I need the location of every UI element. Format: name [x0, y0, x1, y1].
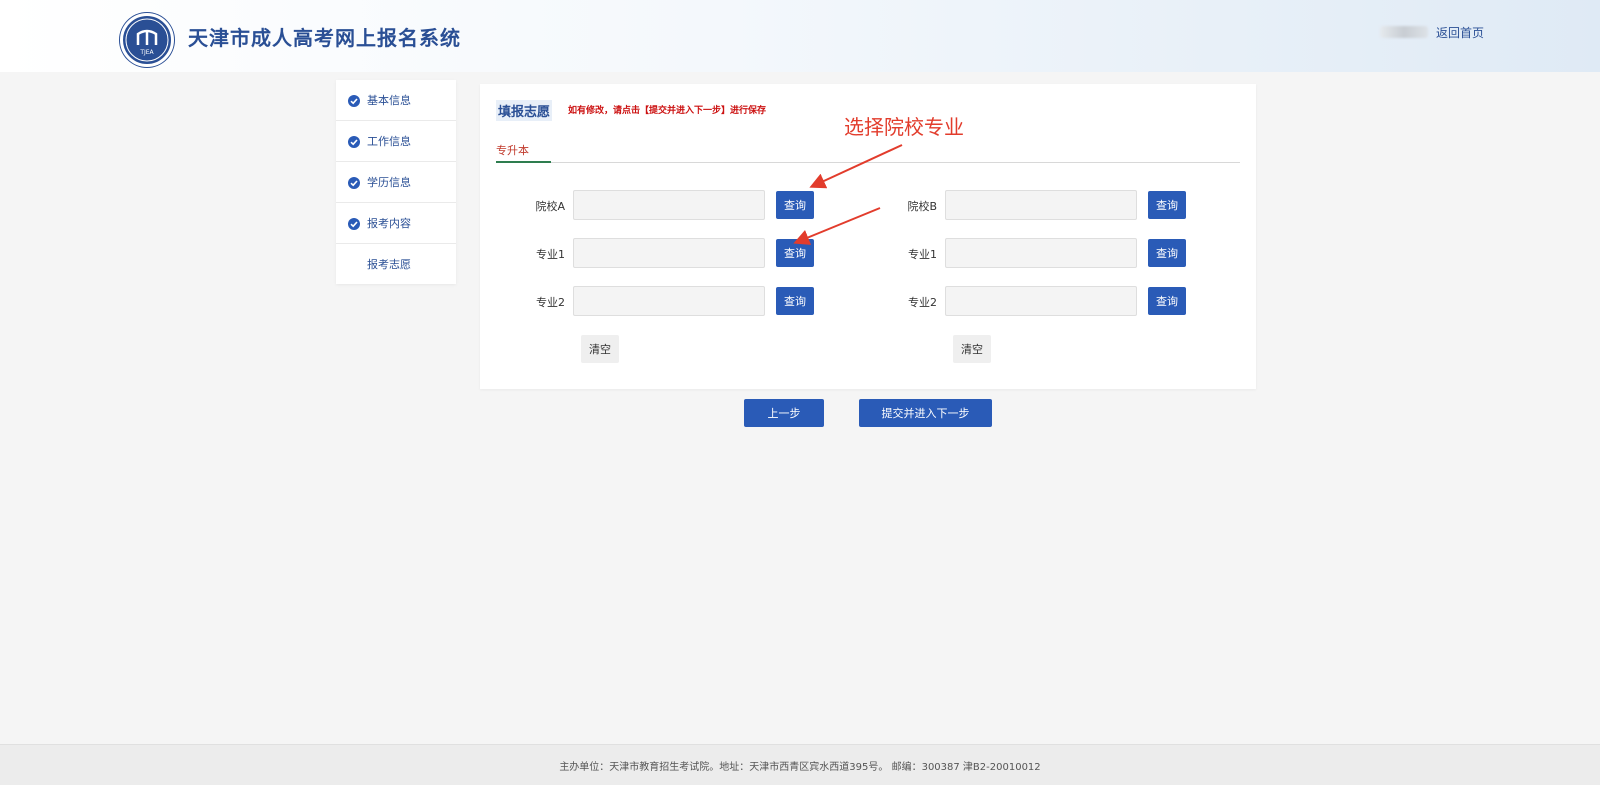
sidebar-item-education-info[interactable]: 学历信息: [336, 162, 456, 203]
sidebar-item-label: 报考内容: [367, 217, 411, 230]
home-link[interactable]: 返回首页: [1436, 24, 1484, 41]
sidebar-item-work-info[interactable]: 工作信息: [336, 121, 456, 162]
annotation-label: 选择院校专业: [844, 115, 964, 139]
active-tab-indicator: [496, 161, 551, 163]
site-title: 天津市成人高考网上报名系统: [188, 26, 461, 50]
check-circle-icon: [348, 177, 360, 189]
school-a-major-2-query-button[interactable]: 查询: [776, 287, 814, 315]
school-b-major-2-input[interactable]: [945, 286, 1137, 316]
school-b-query-button[interactable]: 查询: [1148, 191, 1186, 219]
school-b-input[interactable]: [945, 190, 1137, 220]
sidebar-item-label: 基本信息: [367, 94, 411, 107]
save-notice: 如有修改，请点击【提交并进入下一步】进行保存: [568, 106, 767, 116]
footer-text: 主办单位：天津市教育招生考试院。地址：天津市西青区宾水西道395号。 邮编：30…: [559, 762, 1041, 773]
tab-divider: [496, 162, 1240, 163]
sidebar-item-application-wishes[interactable]: 报考志愿: [336, 244, 456, 285]
footer: 主办单位：天津市教育招生考试院。地址：天津市西青区宾水西道395号。 邮编：30…: [0, 744, 1600, 785]
school-a-query-button[interactable]: 查询: [776, 191, 814, 219]
sidebar-item-basic-info[interactable]: 基本信息: [336, 80, 456, 121]
submit-next-step-button[interactable]: 提交并进入下一步: [859, 399, 992, 427]
sidebar-item-exam-content[interactable]: 报考内容: [336, 203, 456, 244]
school-b-major-1-input[interactable]: [945, 238, 1137, 268]
school-b-major-2-query-button[interactable]: 查询: [1148, 287, 1186, 315]
sidebar-item-label: 工作信息: [367, 135, 411, 148]
previous-step-button[interactable]: 上一步: [744, 399, 824, 427]
school-a-major-2-input[interactable]: [573, 286, 765, 316]
school-b-major-1-query-button[interactable]: 查询: [1148, 239, 1186, 267]
school-a-major-1-query-button[interactable]: 查询: [776, 239, 814, 267]
sidebar-item-label: 学历信息: [367, 176, 411, 189]
school-b-label: 院校B: [907, 200, 937, 213]
sidebar-item-label: 报考志愿: [367, 258, 411, 271]
header: TJEA 天津市成人高考网上报名系统 返回首页: [0, 0, 1600, 72]
major-1-label: 专业1: [536, 248, 565, 261]
major-2-label: 专业2: [908, 296, 937, 309]
school-b-clear-button[interactable]: 清空: [953, 335, 991, 363]
user-name-blurred: [1380, 26, 1428, 38]
tab-upgrade-to-bachelor[interactable]: 专升本: [496, 142, 529, 158]
tjea-logo-icon: TJEA: [120, 13, 174, 67]
major-2-label: 专业2: [536, 296, 565, 309]
sidebar: 基本信息 工作信息 学历信息 报考内容 报考志愿: [336, 80, 456, 284]
check-circle-icon: [348, 95, 360, 107]
check-circle-icon: [348, 218, 360, 230]
major-1-label: 专业1: [908, 248, 937, 261]
panel-title: 填报志愿: [496, 100, 553, 121]
svg-text:TJEA: TJEA: [139, 49, 154, 56]
school-a-clear-button[interactable]: 清空: [581, 335, 619, 363]
check-circle-icon: [348, 136, 360, 148]
school-a-input[interactable]: [573, 190, 765, 220]
school-a-label: 院校A: [535, 200, 565, 213]
school-a-major-1-input[interactable]: [573, 238, 765, 268]
